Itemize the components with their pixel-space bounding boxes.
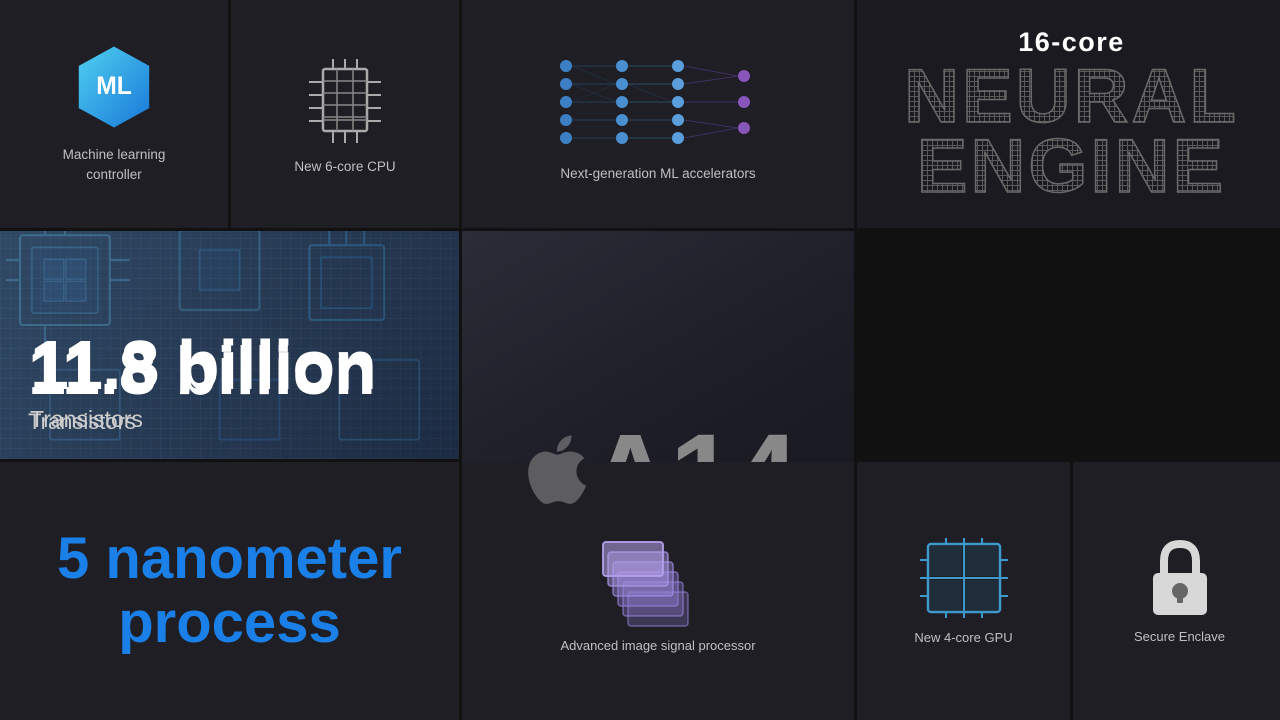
gpu-cell-final: New 4-core GPU [857,462,1070,720]
gpu-chip-icon-final [920,538,1008,618]
transistors-number: 11.8 billion [28,337,376,405]
ml-acc-text-final: Next-generation ML accelerators [560,166,755,181]
ml-controller-text: Machine learningcontroller [63,145,166,184]
ml-hexagon-icon: ML [70,43,158,131]
neural-word2: ENGINE [917,132,1226,202]
transistors-label: Transistors [28,409,376,435]
cpu-cell-final: New 6-core CPU [231,0,459,228]
cpu-text-final: New 6-core CPU [294,159,395,174]
isp-text-final: Advanced image signal processor [560,638,755,653]
padlock-icon [1149,539,1211,617]
neural-engine-cell-final: 16-core NEURAL ENGINE [857,0,1280,228]
gpu-text-final: New 4-core GPU [914,630,1012,645]
ml-acc-cell-final: Next-generation ML accelerators [462,0,854,228]
transistors-text-content: 11.8 billion Transistors [0,313,404,459]
neural-word1: NEURAL [904,62,1239,132]
5nm-display: 5 nanometerprocess [57,527,402,655]
secure-enclave-cell-final: Secure Enclave [1073,462,1280,720]
apple-logo-a14 [521,433,593,519]
ml-controller-cell-final: ML Machine learningcontroller [0,0,228,228]
secure-enclave-text-final: Secure Enclave [1134,629,1225,644]
cpu-icon-final [301,55,389,147]
isp-stacked-layers-icon [593,530,723,630]
5nm-cell-final: 5 nanometerprocess [0,462,459,720]
nn-graph-icon [548,48,768,156]
svg-text:ML: ML [96,73,132,100]
neural-core-text: 16-core [1018,27,1125,58]
